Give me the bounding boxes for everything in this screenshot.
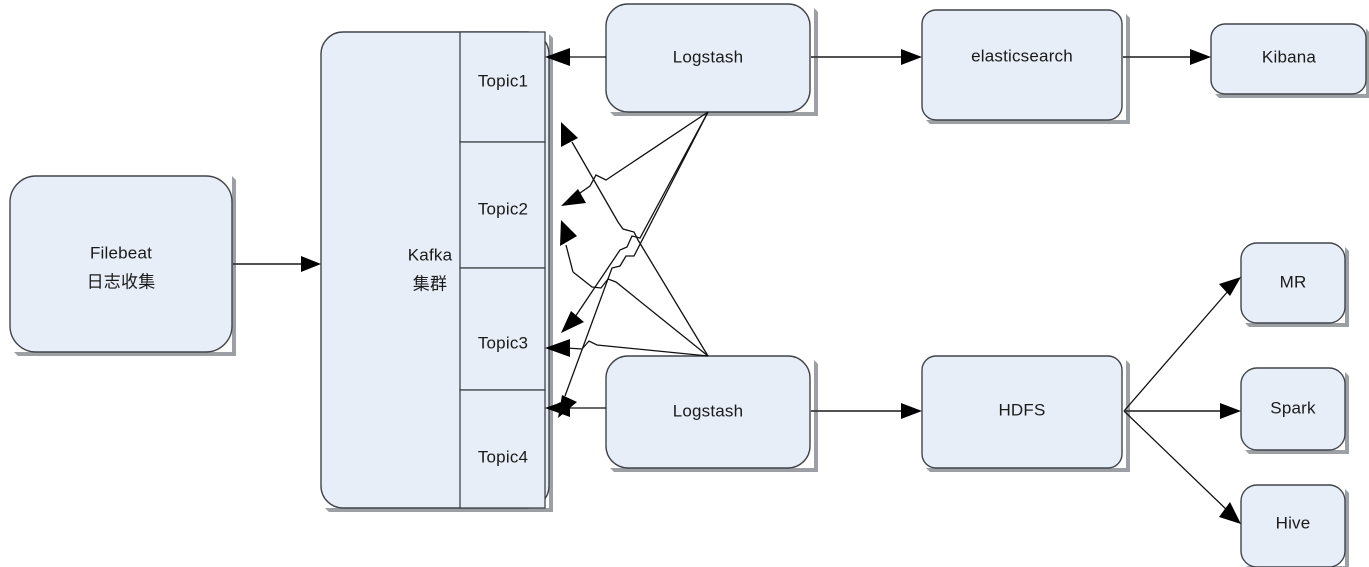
mr-label: MR	[1280, 272, 1307, 291]
logstash-bottom-label: Logstash	[673, 401, 744, 420]
node-hive[interactable]: Hive	[1240, 484, 1346, 567]
edge-hdfs-to-hive	[1123, 410, 1241, 524]
edge-logstash-top-to-elasticsearch	[811, 49, 922, 65]
kibana-label: Kibana	[1262, 47, 1316, 66]
node-elasticsearch[interactable]: elasticsearch	[921, 9, 1123, 121]
diagram-canvas: Filebeat 日志收集 Kafka 集群 Topic1 Topic2 Top…	[0, 0, 1369, 567]
hive-label: Hive	[1276, 513, 1311, 532]
node-mr[interactable]: MR	[1240, 242, 1346, 324]
architecture-diagram: Filebeat 日志收集 Kafka 集群 Topic1 Topic2 Top…	[9, 3, 1369, 567]
topic4-label: Topic4	[478, 447, 528, 466]
filebeat-label-line2: 日志收集	[87, 272, 156, 291]
node-spark[interactable]: Spark	[1240, 367, 1346, 451]
edge-logstash-bottom-to-topic3	[545, 339, 709, 357]
edge-logstash-top-to-topic1	[545, 48, 606, 66]
elasticsearch-label: elasticsearch	[971, 46, 1073, 65]
logstash-top-label: Logstash	[673, 47, 744, 66]
edge-logstash-bottom-to-topic2	[560, 220, 709, 357]
edge-hdfs-to-mr	[1123, 277, 1241, 412]
kafka-label-line2: 集群	[413, 274, 447, 293]
filebeat-label-line1: Filebeat	[90, 243, 152, 262]
kafka-label-line1: Kafka	[408, 245, 453, 264]
topic3-cell[interactable]	[459, 267, 546, 391]
spark-label: Spark	[1270, 398, 1316, 417]
topic1-label: Topic1	[478, 71, 528, 90]
node-kibana[interactable]: Kibana	[1210, 23, 1367, 95]
edge-logstash-top-to-topic3	[561, 111, 709, 333]
topic3-label: Topic3	[478, 333, 528, 352]
edge-logstash-bottom-to-topic1	[561, 122, 709, 357]
node-logstash-top[interactable]: Logstash	[605, 3, 811, 113]
node-hdfs[interactable]: HDFS	[921, 355, 1123, 469]
edge-elasticsearch-to-kibana	[1123, 49, 1211, 65]
node-filebeat[interactable]: Filebeat 日志收集	[9, 175, 233, 353]
edge-hdfs-to-spark	[1124, 403, 1241, 419]
edge-logstash-top-to-topic2	[561, 111, 709, 206]
edge-logstash-bottom-to-hdfs	[811, 403, 922, 419]
node-kafka-cluster[interactable]: Kafka 集群 Topic1 Topic2 Topic3 Topic4	[320, 31, 550, 509]
edge-filebeat-to-kafka	[233, 256, 321, 272]
node-logstash-bottom[interactable]: Logstash	[605, 355, 811, 469]
filebeat-box[interactable]	[9, 175, 233, 353]
topic2-label: Topic2	[478, 199, 528, 218]
hdfs-label: HDFS	[998, 400, 1045, 419]
